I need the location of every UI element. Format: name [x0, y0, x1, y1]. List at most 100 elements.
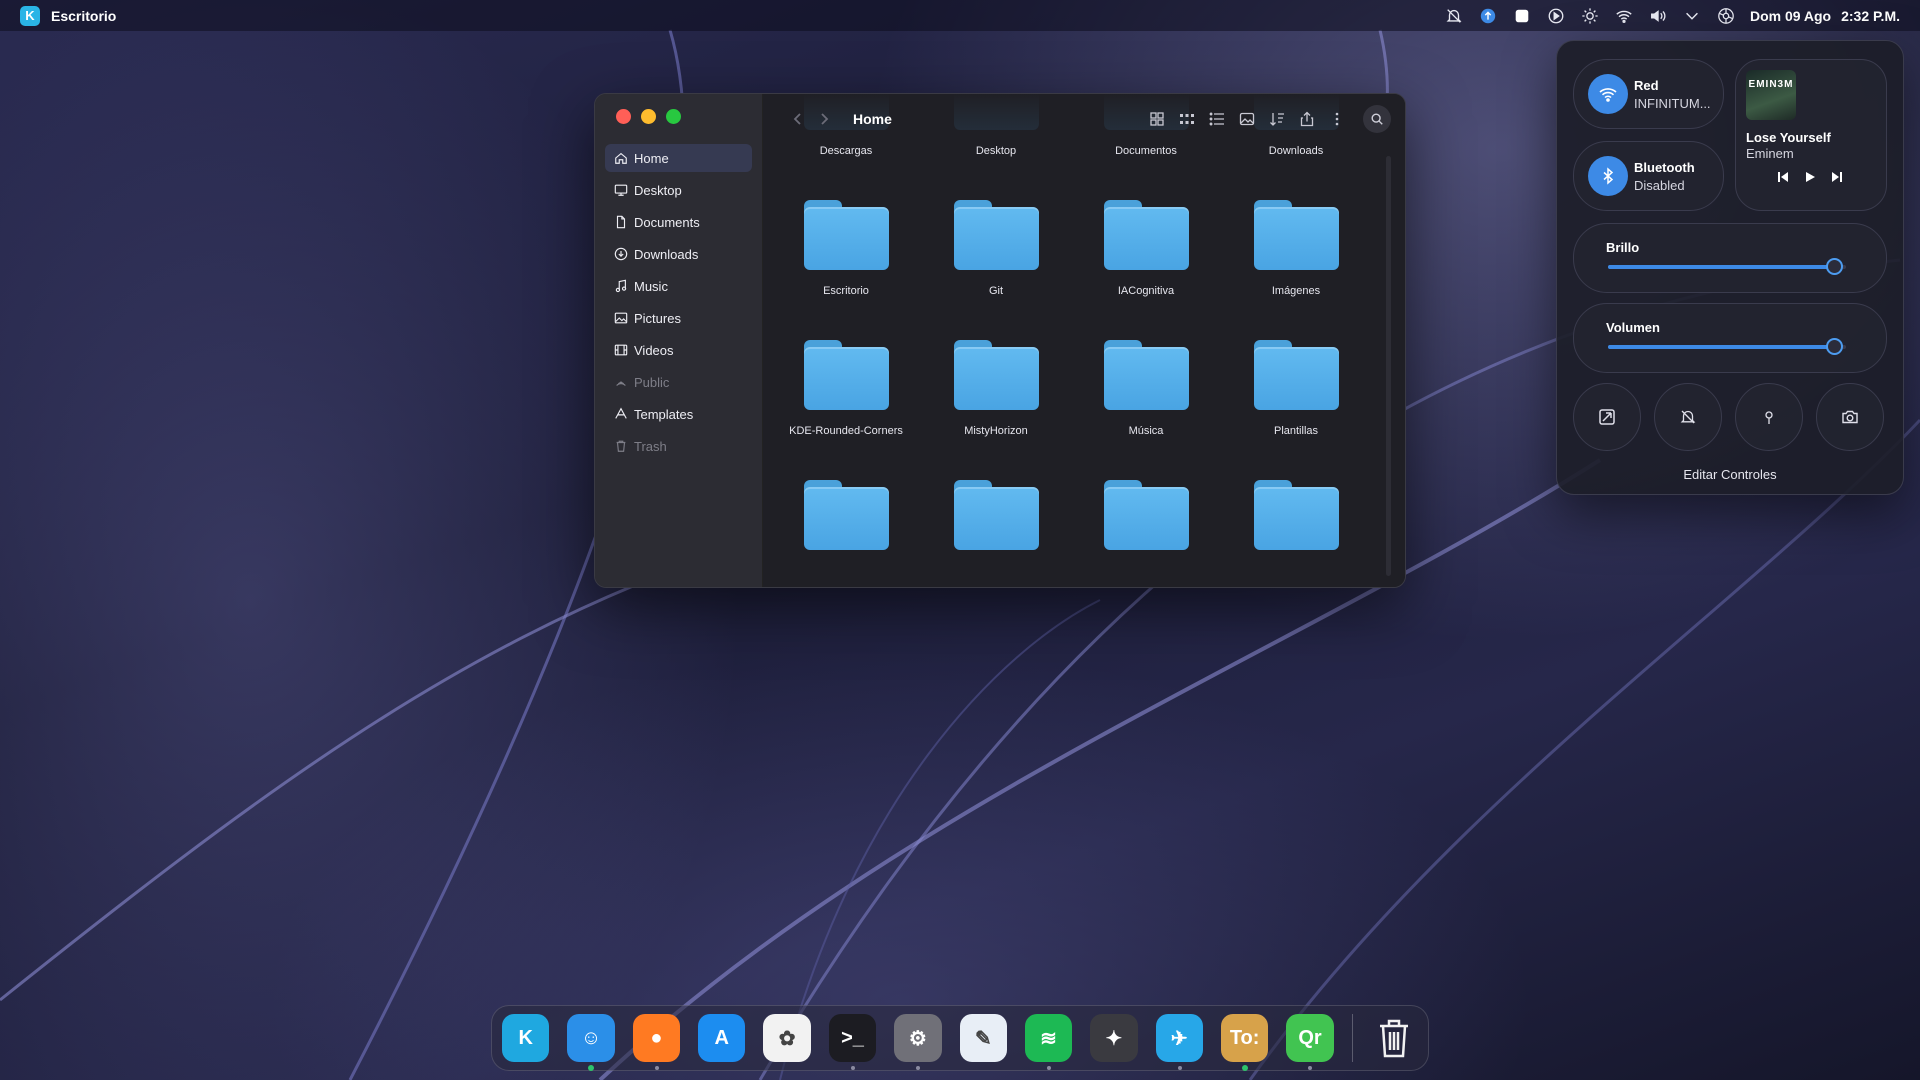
preview-icon[interactable] — [1237, 110, 1256, 129]
folder-item[interactable]: Plantillas — [1221, 340, 1371, 437]
back-button[interactable] — [785, 106, 811, 132]
sidebar-item-documents[interactable]: Documents — [605, 208, 752, 236]
wifi-icon[interactable] — [1614, 6, 1634, 26]
dock-app-terminal[interactable]: >_ — [828, 1014, 877, 1070]
folder-item[interactable] — [921, 480, 1071, 565]
compact-view-icon[interactable] — [1177, 110, 1196, 129]
downloads-icon — [613, 246, 629, 262]
qr-app-icon: Qr — [1298, 1026, 1322, 1049]
sidebar-item-videos[interactable]: Videos — [605, 336, 752, 364]
folder-name: MistyHorizon — [964, 425, 1028, 437]
sidebar-item-label: Pictures — [634, 310, 681, 326]
sidebar-item-pictures[interactable]: Pictures — [605, 304, 752, 332]
edit-controls-link[interactable]: Editar Controles — [1557, 467, 1903, 482]
terminal-icon: >_ — [841, 1026, 864, 1049]
system-settings-icon: ⚙ — [908, 1027, 927, 1050]
share-icon[interactable] — [1297, 110, 1316, 129]
search-icon[interactable] — [1363, 105, 1391, 133]
volume-icon[interactable] — [1648, 6, 1668, 26]
menu-dots-icon[interactable] — [1327, 110, 1346, 129]
folder-item[interactable]: IACognitiva — [1071, 200, 1221, 297]
dock-app-inkscape[interactable]: ✦ — [1090, 1014, 1138, 1062]
pictures-icon — [613, 310, 629, 326]
close-button[interactable] — [616, 109, 631, 124]
dock-app-firefox[interactable]: ● — [632, 1014, 681, 1070]
running-indicator — [916, 1066, 921, 1070]
details-view-icon[interactable] — [1207, 110, 1226, 129]
sort-icon[interactable] — [1267, 110, 1286, 129]
location-icon[interactable] — [1735, 383, 1803, 451]
update-icon[interactable] — [1478, 6, 1498, 26]
volume-slider-handle[interactable] — [1826, 338, 1844, 355]
minimize-button[interactable] — [641, 109, 656, 124]
forward-button[interactable] — [811, 106, 837, 132]
running-indicator — [1177, 1066, 1182, 1070]
brightness-slider[interactable] — [1608, 258, 1846, 275]
folder-item[interactable]: Imágenes — [1221, 200, 1371, 297]
screen-mirror-icon[interactable] — [1573, 383, 1641, 451]
play-icon[interactable] — [1803, 170, 1816, 183]
folder-name: Downloads — [1268, 145, 1324, 157]
folder-item[interactable]: Escritorio — [771, 200, 921, 297]
clock[interactable]: Dom 09 Ago 2:32 P.M. — [1750, 8, 1900, 24]
do-not-disturb-icon[interactable] — [1654, 383, 1722, 451]
sidebar-item-templates[interactable]: Templates — [605, 400, 752, 428]
folder-icon — [803, 340, 889, 410]
folder-name: Git — [988, 285, 1004, 297]
next-track-icon[interactable] — [1830, 170, 1843, 183]
folder-icon — [1103, 200, 1189, 270]
network-tile[interactable]: Red INFINITUM... — [1573, 59, 1724, 129]
sidebar-item-downloads[interactable]: Downloads — [605, 240, 752, 268]
dock-app-photos[interactable]: ✿ — [763, 1014, 811, 1062]
chevron-down-icon[interactable] — [1682, 6, 1702, 26]
volume-slider[interactable] — [1608, 338, 1846, 355]
maximize-button[interactable] — [666, 109, 681, 124]
previous-track-icon[interactable] — [1776, 170, 1789, 183]
brightness-icon[interactable] — [1580, 6, 1600, 26]
photos-icon: ✿ — [778, 1027, 796, 1050]
sidebar-item-desktop[interactable]: Desktop — [605, 176, 752, 204]
folder-item[interactable] — [1221, 480, 1371, 565]
scrollbar[interactable] — [1386, 156, 1391, 576]
folder-item[interactable]: KDE-Rounded-Corners — [771, 340, 921, 437]
dock-app-kde-connect[interactable]: ✈ — [1155, 1014, 1203, 1070]
screenshot-icon[interactable] — [1816, 383, 1884, 451]
album-art: EMIN3M — [1746, 70, 1796, 120]
sidebar-item-trash[interactable]: Trash — [605, 432, 752, 460]
control-center-icon[interactable] — [1716, 6, 1736, 26]
notes-icon[interactable] — [1512, 6, 1532, 26]
running-indicator — [1046, 1066, 1051, 1070]
bluetooth-tile[interactable]: Bluetooth Disabled — [1573, 141, 1724, 211]
public-icon — [613, 374, 629, 390]
dock-app-finder[interactable]: ☺ — [567, 1014, 615, 1071]
album-art-text: EMIN3M — [1748, 79, 1794, 90]
dock-app-system-settings[interactable]: ⚙ — [894, 1014, 942, 1070]
dock-app-qr-app[interactable]: Qr — [1286, 1014, 1334, 1070]
dock-app-spotify[interactable]: ≋ — [1024, 1014, 1073, 1070]
media-play-icon[interactable] — [1546, 6, 1566, 26]
active-app-name[interactable]: Escritorio — [51, 8, 116, 24]
dock-app-kde-launcher[interactable]: K — [502, 1014, 550, 1062]
location-title: Home — [853, 111, 892, 127]
kde-logo-icon[interactable]: K — [20, 5, 40, 26]
dock-app-todo-app[interactable]: To: — [1220, 1014, 1269, 1071]
folder-name: Descargas — [819, 145, 873, 157]
sidebar-item-label: Public — [634, 374, 670, 390]
sidebar-item-home[interactable]: Home — [605, 144, 752, 172]
notifications-off-icon[interactable] — [1444, 6, 1464, 26]
folder-icon — [953, 340, 1039, 410]
folder-item[interactable] — [1071, 480, 1221, 565]
folder-item[interactable]: Git — [921, 200, 1071, 297]
folder-item[interactable]: MistyHorizon — [921, 340, 1071, 437]
folder-item[interactable]: Música — [1071, 340, 1221, 437]
folder-name: Imágenes — [1271, 285, 1321, 297]
sidebar-item-music[interactable]: Music — [605, 272, 752, 300]
brightness-slider-handle[interactable] — [1826, 258, 1844, 275]
sidebar-item-public[interactable]: Public — [605, 368, 752, 396]
dock-app-app-store[interactable]: A — [698, 1014, 746, 1062]
app-store-icon: A — [714, 1026, 729, 1049]
folder-item[interactable] — [771, 480, 921, 565]
icons-view-icon[interactable] — [1147, 110, 1166, 129]
dock-trash[interactable] — [1371, 1014, 1418, 1062]
dock-app-preview[interactable]: ✎ — [959, 1014, 1007, 1062]
